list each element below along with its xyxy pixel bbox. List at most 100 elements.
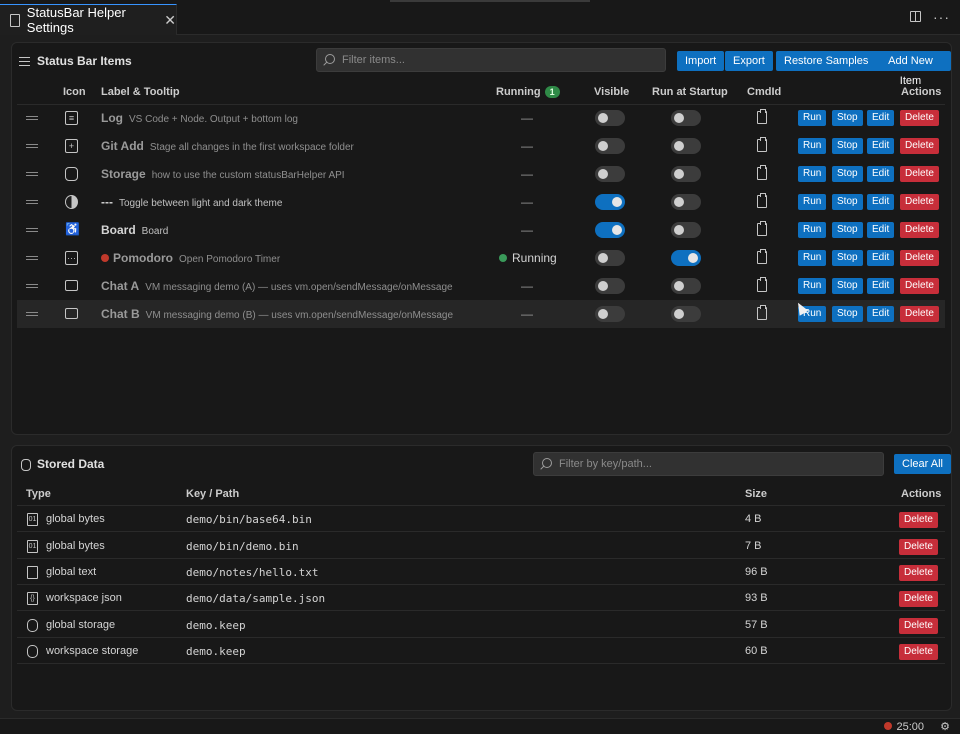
drag-handle-icon[interactable] [26, 228, 38, 234]
startup-toggle[interactable] [671, 166, 701, 182]
run-button[interactable]: Run [798, 278, 827, 294]
delete-button[interactable]: Delete [900, 306, 939, 322]
copy-cmdid-icon[interactable] [757, 165, 767, 180]
item-tooltip: VM messaging demo (B) — uses vm.open/sen… [145, 310, 454, 321]
close-icon[interactable]: ✕ [164, 12, 176, 29]
startup-toggle[interactable] [671, 110, 701, 126]
delete-button[interactable]: Delete [900, 166, 939, 182]
stop-button[interactable]: Stop [832, 138, 863, 154]
copy-cmdid-icon[interactable] [757, 109, 767, 124]
drag-handle-icon[interactable] [26, 312, 38, 318]
item-row-log: ≡ Log VS Code + Node. Output + bottom log… [17, 104, 945, 132]
visible-toggle[interactable] [595, 250, 625, 266]
tab-title: StatusBar Helper Settings [26, 5, 126, 35]
delete-button[interactable]: Delete [900, 222, 939, 238]
delete-button[interactable]: Delete [899, 539, 938, 555]
edit-button[interactable]: Edit [867, 138, 895, 154]
stored-key: demo/bin/demo.bin [186, 540, 299, 553]
startup-toggle[interactable] [671, 222, 701, 238]
drag-handle-icon[interactable] [26, 200, 38, 206]
visible-toggle[interactable] [595, 138, 625, 154]
comment-discussion-icon [65, 308, 78, 319]
drag-handle-icon[interactable] [26, 256, 38, 262]
stop-button[interactable]: Stop [832, 306, 863, 322]
filter-items-search[interactable] [316, 48, 666, 72]
stop-button[interactable]: Stop [832, 250, 863, 266]
drag-handle-icon[interactable] [26, 144, 38, 150]
visible-toggle[interactable] [595, 222, 625, 238]
stored-row: workspace storage demo.keep 60 B Delete [17, 638, 945, 664]
startup-toggle[interactable] [671, 278, 701, 294]
delete-button[interactable]: Delete [899, 618, 938, 634]
visible-toggle[interactable] [595, 194, 625, 210]
edit-button[interactable]: Edit [867, 222, 895, 238]
delete-button[interactable]: Delete [900, 278, 939, 294]
delete-button[interactable]: Delete [899, 565, 938, 581]
run-button[interactable]: Run [798, 110, 827, 126]
delete-button[interactable]: Delete [899, 591, 938, 607]
stop-button[interactable]: Stop [832, 222, 863, 238]
copy-cmdid-icon[interactable] [757, 305, 767, 320]
drag-handle-icon[interactable] [26, 284, 38, 290]
tomato-icon [101, 254, 109, 262]
startup-toggle[interactable] [671, 194, 701, 210]
delete-button[interactable]: Delete [900, 138, 939, 154]
run-button[interactable]: Run [798, 222, 827, 238]
copy-cmdid-icon[interactable] [757, 249, 767, 264]
visible-toggle[interactable] [595, 166, 625, 182]
col-size: Size [745, 488, 768, 500]
item-tooltip: VM messaging demo (A) — uses vm.open/sen… [145, 282, 453, 293]
add-new-item-button[interactable]: Add New Item [870, 51, 951, 87]
import-button[interactable]: Import [677, 51, 725, 71]
running-status: Running [499, 251, 557, 265]
copy-cmdid-icon[interactable] [757, 193, 767, 208]
copy-cmdid-icon[interactable] [757, 221, 767, 236]
stop-button[interactable]: Stop [832, 194, 863, 210]
stop-button[interactable]: Stop [832, 278, 863, 294]
delete-button[interactable]: Delete [900, 250, 939, 266]
edit-button[interactable]: Edit [867, 110, 895, 126]
startup-toggle[interactable] [671, 138, 701, 154]
stop-button[interactable]: Stop [832, 110, 863, 126]
edit-button[interactable]: Edit [867, 250, 895, 266]
drag-handle-icon[interactable] [26, 116, 38, 122]
restore-samples-button[interactable]: Restore Samples [776, 51, 877, 71]
running-status: — [521, 279, 533, 293]
visible-toggle[interactable] [595, 278, 625, 294]
list-icon [19, 57, 30, 69]
filter-items-input[interactable] [342, 54, 642, 66]
export-button[interactable]: Export [725, 51, 773, 71]
copy-cmdid-icon[interactable] [757, 277, 767, 292]
delete-button[interactable]: Delete [899, 644, 938, 660]
pomodoro-status-item[interactable]: 25:00 [884, 721, 924, 733]
col-type: Type [26, 488, 51, 500]
ellipsis-icon: ··· [65, 251, 78, 265]
tab-statusbar-helper-settings[interactable]: StatusBar Helper Settings ✕ [0, 4, 177, 35]
gear-icon[interactable]: ⚙ [940, 720, 950, 733]
panel-title: Stored Data [37, 457, 105, 471]
edit-button[interactable]: Edit [867, 166, 895, 182]
startup-toggle[interactable] [671, 306, 701, 322]
run-button[interactable]: Run [798, 250, 827, 266]
clear-all-button[interactable]: Clear All [894, 454, 951, 474]
split-editor-icon[interactable] [910, 11, 921, 22]
copy-cmdid-icon[interactable] [757, 137, 767, 152]
run-button[interactable]: Run [798, 138, 827, 154]
stop-button[interactable]: Stop [832, 166, 863, 182]
edit-button[interactable]: Edit [867, 194, 895, 210]
visible-toggle[interactable] [595, 306, 625, 322]
edit-button[interactable]: Edit [867, 306, 895, 322]
filter-stored-input[interactable] [559, 458, 859, 470]
item-label: Log VS Code + Node. Output + bottom log [101, 111, 298, 125]
delete-button[interactable]: Delete [899, 512, 938, 528]
drag-handle-icon[interactable] [26, 172, 38, 178]
visible-toggle[interactable] [595, 110, 625, 126]
startup-toggle[interactable] [671, 250, 701, 266]
edit-button[interactable]: Edit [867, 278, 895, 294]
run-button[interactable]: Run [798, 194, 827, 210]
more-actions-icon[interactable]: ··· [933, 10, 950, 24]
delete-button[interactable]: Delete [900, 110, 939, 126]
filter-stored-search[interactable] [533, 452, 884, 476]
run-button[interactable]: Run [798, 166, 827, 182]
delete-button[interactable]: Delete [900, 194, 939, 210]
